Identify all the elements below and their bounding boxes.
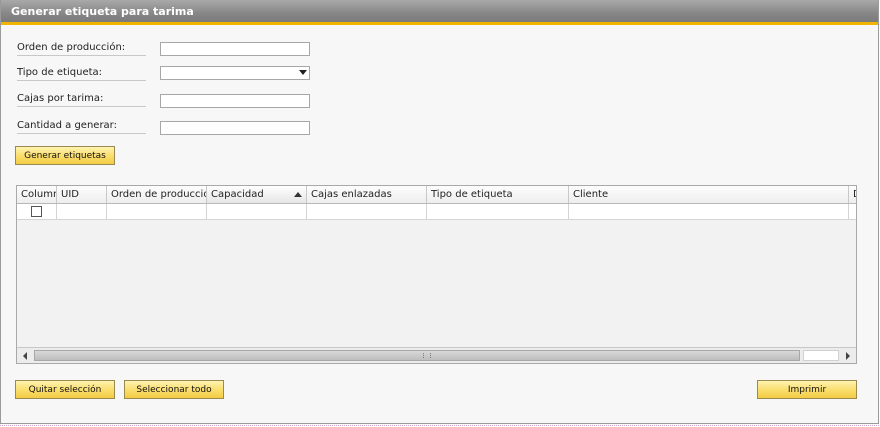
scroll-left-icon[interactable]: [18, 349, 32, 362]
labels-grid: Column UID Orden de producción Capacidad…: [16, 185, 857, 364]
cajas-label: Cajas por tarima:: [17, 92, 146, 107]
chevron-down-icon[interactable]: [299, 70, 307, 75]
cajas-input[interactable]: [160, 94, 310, 108]
column-header-capacidad[interactable]: Capacidad: [207, 186, 307, 203]
window-title: Generar etiqueta para tarima: [11, 5, 194, 18]
scroll-track[interactable]: [803, 350, 839, 361]
orden-cell[interactable]: [107, 204, 207, 219]
horizontal-scrollbar[interactable]: [17, 347, 856, 363]
uid-cell[interactable]: [57, 204, 107, 219]
cliente-cell[interactable]: [569, 204, 849, 219]
sort-ascending-icon: [294, 192, 302, 197]
tipo-select[interactable]: [160, 66, 310, 80]
window-titlebar: Generar etiqueta para tarima: [1, 0, 878, 25]
orden-input[interactable]: [160, 42, 310, 56]
grid-header: Column UID Orden de producción Capacidad…: [17, 186, 856, 204]
tipo-label: Tipo de etiqueta:: [17, 66, 146, 81]
capacidad-cell[interactable]: [207, 204, 307, 219]
table-row[interactable]: [17, 204, 856, 220]
grip-icon: [423, 353, 431, 358]
row-checkbox[interactable]: [31, 206, 42, 217]
select-cell[interactable]: [17, 204, 57, 219]
tipo-cell[interactable]: [427, 204, 569, 219]
column-header-d[interactable]: D: [849, 186, 856, 203]
imprimir-button[interactable]: Imprimir: [757, 380, 857, 399]
quitar-seleccion-button[interactable]: Quitar selección: [15, 380, 115, 399]
cajas-cell[interactable]: [307, 204, 427, 219]
label-window: Generar etiqueta para tarima Orden de pr…: [0, 0, 879, 426]
cantidad-input[interactable]: [160, 121, 310, 135]
column-header-capacidad-label: Capacidad: [211, 189, 264, 200]
column-header-cliente[interactable]: Cliente: [569, 186, 849, 203]
column-header-tipo[interactable]: Tipo de etiqueta: [427, 186, 569, 203]
orden-label: Orden de producción:: [17, 41, 146, 56]
seleccionar-todo-button[interactable]: Seleccionar todo: [124, 380, 224, 399]
scroll-right-icon[interactable]: [841, 349, 855, 362]
column-header-uid[interactable]: UID: [57, 186, 107, 203]
column-header-orden[interactable]: Orden de producción: [107, 186, 207, 203]
scroll-thumb[interactable]: [34, 350, 800, 361]
column-header-cajas[interactable]: Cajas enlazadas: [307, 186, 427, 203]
column-header-select[interactable]: Column: [17, 186, 57, 203]
cantidad-label: Cantidad a generar:: [17, 119, 146, 134]
generar-etiquetas-button[interactable]: Generar etiquetas: [15, 146, 115, 165]
